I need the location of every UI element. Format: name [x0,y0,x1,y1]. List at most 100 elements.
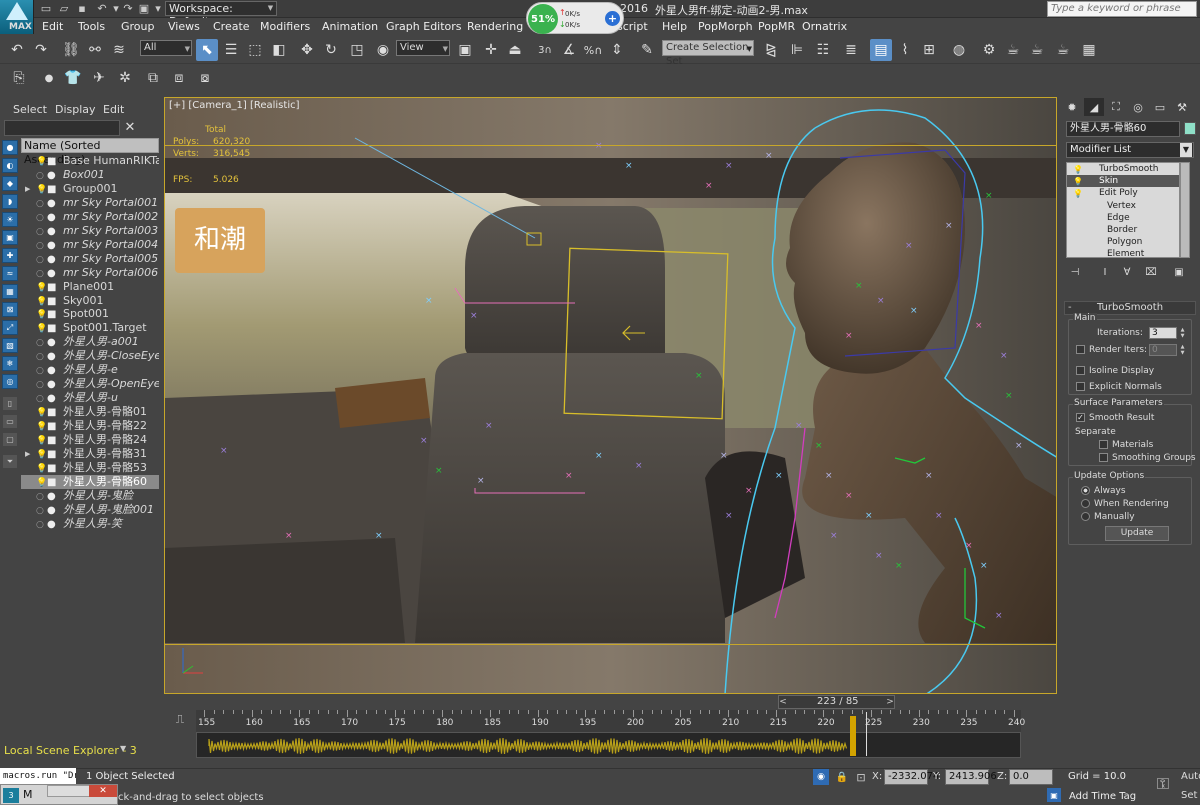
hidden-bulb-icon[interactable]: ○ [36,490,46,502]
stack-item[interactable]: 💡 Skin [1067,175,1179,188]
mesh-export-icon[interactable]: ⧉ [142,67,164,89]
open-file-icon[interactable]: ▱ [56,1,72,16]
chevron-down-icon[interactable]: ▼ [120,744,126,753]
maxscript-listener-input[interactable]: macros.run "Dr: [0,768,76,784]
remove-modifier-icon[interactable]: ⌧ [1142,264,1160,280]
list-item[interactable]: 💡 ■ Spot001.Target [21,321,159,335]
snaps-toggle-button[interactable]: 3 ∩ [534,39,556,61]
select-move-icon[interactable]: ✥ [296,39,318,61]
cameras-filter-icon[interactable]: ▣ [2,230,18,245]
light-bulb-icon[interactable]: 💡 [36,406,47,418]
schematic-view-icon[interactable]: ⊞ [918,39,940,61]
list-item[interactable]: 💡 ■ 外星人男-骨骼24 [21,433,159,447]
lock-icon[interactable]: 🔒 [835,769,849,785]
x-coordinate-field[interactable]: -2332.074 [884,769,939,785]
redo-icon[interactable]: ↷ [30,39,52,61]
menu-animation[interactable]: Animation [322,20,378,33]
list-item[interactable]: 💡 ■ 外星人男-骨骼01 [21,405,159,419]
utilities-tab-icon[interactable]: ⚒ [1172,98,1192,116]
select-by-name-icon[interactable]: ☰ [220,39,242,61]
list-item[interactable]: ▶ 💡 ■ 外星人男-骨骼31 [21,447,159,461]
select-scale-icon[interactable]: ◳ [346,39,368,61]
object-color-swatch[interactable] [1184,122,1196,135]
list-item[interactable]: ○ ● 外星人男-鬼脸 [21,489,159,503]
scene-filter-input[interactable] [4,120,120,136]
smoothing-groups-checkbox[interactable] [1099,453,1108,462]
list-item[interactable]: ▶ 💡 ■ Group001 [21,182,159,196]
make-unique-icon[interactable]: ∀ [1118,264,1136,280]
key-icon[interactable]: ⚿ [1148,774,1178,794]
camera-viewport[interactable]: 和潮 × × × × × × × × × × × × × × × × × × ×… [164,97,1057,694]
list-item[interactable]: ○ ● Box001 [21,168,159,182]
list-item[interactable]: ○ ● 外星人男-笑 [21,517,159,531]
window-crossing-icon[interactable]: ◧ [268,39,290,61]
quick-access-dropdown-icon[interactable]: ▾ [150,1,166,16]
list-item[interactable]: ○ ● 外星人男-OpenEye [21,377,159,391]
edit-named-selection-icon[interactable]: ✎ [636,39,658,61]
light-bulb-icon[interactable]: 💡 [36,281,47,293]
tab-edit[interactable]: Edit [103,103,124,116]
stack-item[interactable]: Element [1067,248,1179,260]
search-input[interactable]: Type a keyword or phrase [1047,1,1197,17]
smooth-result-checkbox[interactable]: ✓ [1076,413,1085,422]
render-in-cloud-icon[interactable]: ▦ [1078,39,1100,61]
modify-tab-icon[interactable]: ◢ [1084,98,1104,116]
align-icon[interactable]: ⊫ [786,39,808,61]
list-item[interactable]: 💡 ■ Sky001 [21,294,159,308]
viewport-label-menu[interactable]: [+] [Camera_1] [Realistic] [169,100,300,111]
menu-modifiers[interactable]: Modifiers [260,20,310,33]
update-button[interactable]: Update [1105,526,1169,541]
expand-arrow-icon[interactable]: ▶ [25,447,30,461]
angle-snap-icon[interactable]: ∡ [558,39,580,61]
list-item[interactable]: ○ ● 外星人男-a001 [21,335,159,349]
bind-space-warp-icon[interactable]: ≋ [108,39,130,61]
light-bulb-icon[interactable]: 💡 [1073,188,1083,200]
z-coordinate-field[interactable]: 0.0 [1009,769,1053,785]
stack-item[interactable]: 💡 Edit Poly [1067,187,1179,199]
hidden-bulb-icon[interactable]: ○ [36,197,46,209]
when-rendering-radio[interactable] [1081,499,1090,508]
select-manipulate-icon[interactable]: ✛ [480,39,502,61]
explicit-normals-checkbox[interactable] [1076,382,1085,391]
list-item[interactable]: ○ ● mr Sky Portal002 [21,210,159,224]
name-column-header[interactable]: Name (Sorted Ascending) [21,138,159,166]
unlink-icon[interactable]: ⚯ [84,39,106,61]
list-item[interactable]: ○ ● 外星人男-e [21,363,159,377]
spinner-snap-icon[interactable]: ⇕ [606,39,628,61]
auto-key-button[interactable]: Auto [1181,771,1200,782]
display-all-icon[interactable]: ◐ [2,158,18,173]
modifier-stack-scrollbar[interactable] [1180,162,1190,258]
light-bulb-icon[interactable]: 💡 [36,476,47,488]
cloth-icon[interactable]: 👕 [62,67,84,89]
spinner-arrows-icon[interactable]: ▲ ▼ [1179,327,1186,339]
rendered-frame-window-icon[interactable]: ☕ [1002,39,1024,61]
named-selection-set-input[interactable]: Create Selection Set ▼ [662,40,754,67]
stack-item[interactable]: 💡 TurboSmooth [1067,163,1179,175]
isolate-selection-icon[interactable]: ◉ [813,769,829,785]
list-item[interactable]: ○ ● mr Sky Portal003 [21,224,159,238]
menu-popmorph[interactable]: PopMorph [698,20,753,33]
stack-item[interactable]: Edge [1067,212,1179,224]
menu-rendering[interactable]: Rendering [467,20,523,33]
redo-icon[interactable]: ↷ [120,1,136,16]
select-object-icon[interactable]: ⬉ [196,39,218,61]
transform-mode-icon[interactable]: ⊡ [853,769,869,785]
chevron-left-icon[interactable]: < [779,696,787,708]
configure-modifier-sets-icon[interactable]: ▣ [1170,264,1188,280]
pin-stack-icon[interactable]: ⊣ [1066,264,1084,280]
render-iterative-icon[interactable]: ☕ [1052,39,1074,61]
hidden-bulb-icon[interactable]: ○ [36,267,46,279]
tab-display[interactable]: Display [55,103,96,116]
mesh-sync-icon[interactable]: ⧇ [194,67,216,89]
light-bulb-icon[interactable]: 💡 [36,434,47,446]
hidden-bulb-icon[interactable]: ○ [36,253,46,265]
ribbon-icon[interactable]: ▤ [870,39,892,61]
hidden-bulb-icon[interactable]: ○ [36,225,46,237]
menu-graph-editors[interactable]: Graph Editors [386,20,462,33]
isoline-display-checkbox[interactable] [1076,366,1085,375]
accelerate-button[interactable]: + [605,11,620,26]
close-icon[interactable]: ✕ [123,120,137,135]
hidden-bulb-icon[interactable]: ○ [36,518,46,530]
hidden-bulb-icon[interactable]: ○ [36,364,46,376]
list-item[interactable]: ○ ● mr Sky Portal005 [21,252,159,266]
